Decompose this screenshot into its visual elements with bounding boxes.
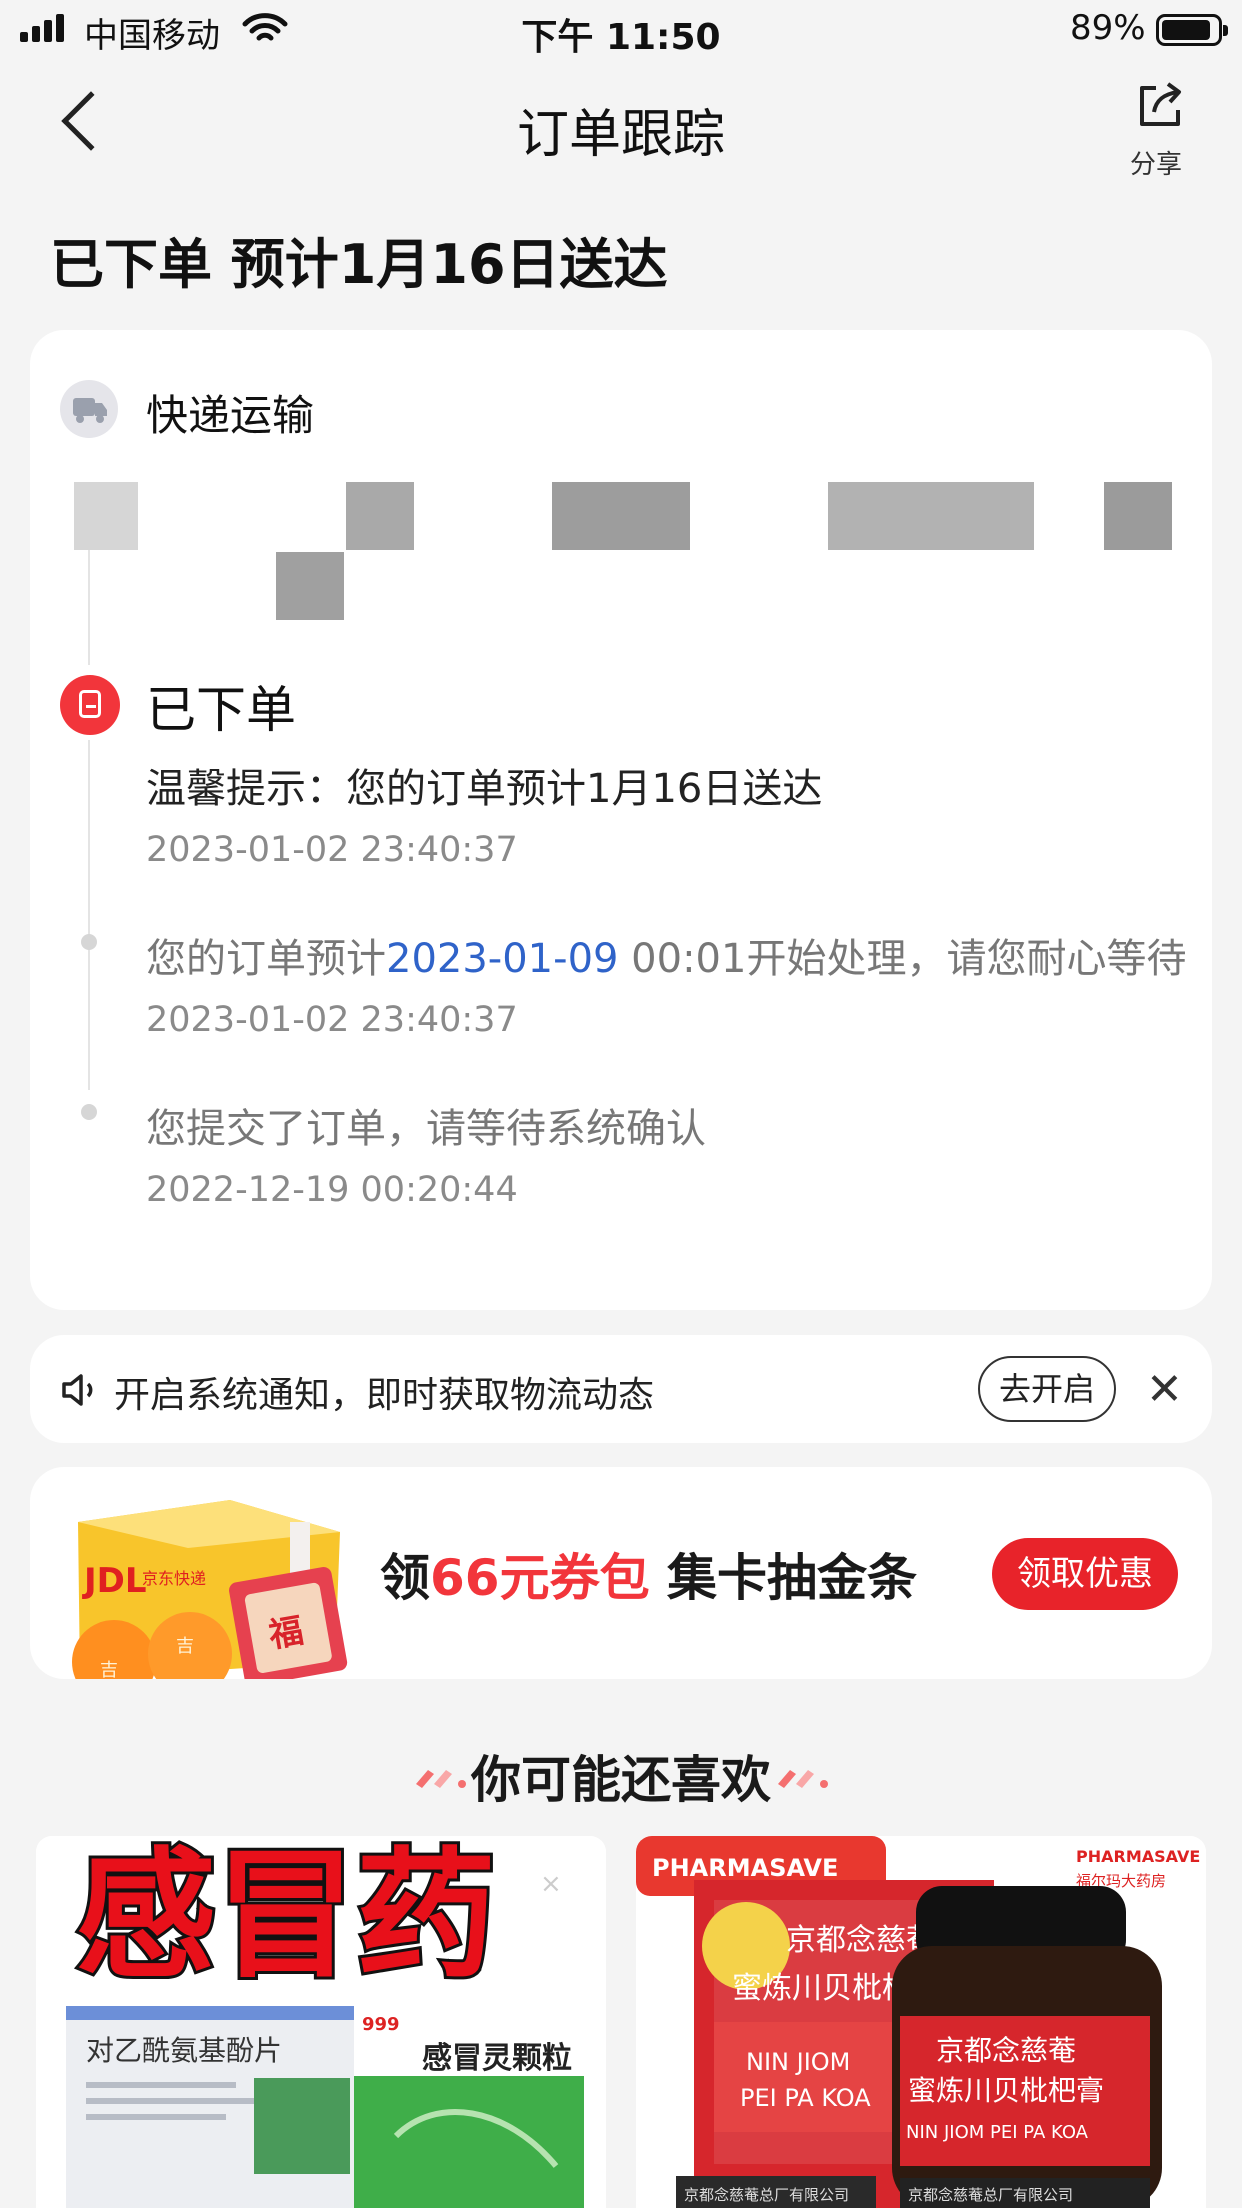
order-status-icon	[60, 675, 120, 735]
redacted-block	[552, 482, 690, 550]
product-box-en: NIN JIOM	[746, 2048, 850, 2076]
event-time: 2023-01-02 23:40:37	[146, 830, 518, 870]
status-title: 已下单	[146, 681, 296, 739]
product-image: PHARMASAVE PHARMASAVE 福尔玛大药房 京都念慈菴 蜜炼川贝枇…	[636, 1836, 1206, 2208]
enable-notification-button[interactable]: 去开启	[978, 1356, 1116, 1422]
speaker-icon	[62, 1374, 93, 1406]
bottle-maker: 京都念慈菴总厂有限公司	[908, 2186, 1073, 2204]
battery-icon	[1156, 14, 1228, 46]
timeline-line	[88, 740, 90, 1090]
jdl-logo-subtext: 京东快递	[142, 1569, 206, 1588]
redacted-block	[1104, 482, 1172, 550]
product-box-label: 对乙酰氨基酚片	[86, 2034, 282, 2067]
claim-offer-button[interactable]: 领取优惠	[992, 1538, 1178, 1610]
promo-gift-image: JDL 京东快递 吉 吉 福	[72, 1500, 348, 1679]
timeline-line	[88, 550, 90, 665]
order-headline: 已下单 预计1月16日送达	[50, 233, 668, 296]
product-headline: 感冒药	[76, 1836, 496, 1998]
product-box-label: 感冒灵颗粒	[422, 2041, 572, 2076]
page-title: 订单跟踪	[516, 105, 725, 165]
promo-suffix: 集卡抽金条	[649, 1549, 918, 1607]
status-time: 下午 11:50	[521, 17, 721, 58]
notification-text: 开启系统通知，即时获取物流动态	[114, 1375, 655, 1416]
pharmacy-badge: PHARMASAVE	[652, 1854, 838, 1882]
truck-icon	[60, 380, 118, 438]
orange-char: 吉	[176, 1636, 194, 1657]
redacted-block	[828, 482, 1034, 550]
close-icon[interactable]: ✕	[1146, 1360, 1183, 1420]
bottle-en: NIN JIOM PEI PA KOA	[906, 2122, 1089, 2143]
redacted-block	[346, 482, 414, 550]
timeline-dot	[81, 934, 97, 950]
product-maker: 京都念慈菴总厂有限公司	[684, 2186, 849, 2204]
decoration-right-icon	[778, 1770, 828, 1788]
product-card-loquat-syrup[interactable]: PHARMASAVE PHARMASAVE 福尔玛大药房 京都念慈菴 蜜炼川贝枇…	[636, 1836, 1206, 2208]
share-label[interactable]: 分享	[1130, 144, 1182, 181]
transport-section-title: 快递运输	[146, 391, 315, 440]
redacted-block	[276, 552, 344, 620]
svg-text:×: ×	[540, 1869, 562, 1899]
timeline-dot	[81, 1104, 97, 1120]
pharmacy-logo: PHARMASAVE	[1076, 1847, 1200, 1866]
event-text: 您提交了订单，请等待系统确认	[146, 1106, 706, 1152]
promo-prefix: 领	[380, 1549, 430, 1607]
promo-highlight: 66元券包	[430, 1549, 650, 1607]
tracking-card	[30, 330, 1212, 1310]
event-text: 您的订单预计2023-01-09 00:01开始处理，请您耐心等待	[146, 926, 1186, 984]
event-time: 2023-01-02 23:40:37	[146, 1000, 518, 1040]
product-card-cold-medicine[interactable]: 感冒药 × 对乙酰氨基酚片 999 感冒灵颗粒	[36, 1836, 606, 2208]
event-date-link[interactable]: 2023-01-09	[386, 936, 618, 982]
product-brand: 999	[362, 2014, 400, 2035]
jdl-logo-text: JDL	[82, 1561, 147, 1601]
product-image: 感冒药 × 对乙酰氨基酚片 999 感冒灵颗粒	[36, 1836, 606, 2208]
event-text-prefix: 您的订单预计	[146, 936, 386, 982]
battery-percent: 89%	[1070, 8, 1146, 48]
event-text: 温馨提示：您的订单预计1月16日送达	[146, 766, 823, 812]
fu-card-char: 福	[265, 1611, 306, 1656]
promo-text: 领66元券包 集卡抽金条	[380, 1538, 917, 1610]
recommend-title: 你可能还喜欢	[471, 1751, 771, 1809]
event-time: 2022-12-19 00:20:44	[146, 1170, 518, 1210]
share-icon[interactable]	[1134, 80, 1186, 132]
product-box-en: PEI PA KOA	[740, 2084, 871, 2112]
orange-char: 吉	[100, 1660, 118, 1679]
bottle-title: 京都念慈菴	[936, 2034, 1076, 2067]
bottle-title: 蜜炼川贝枇杷膏	[908, 2074, 1104, 2107]
redacted-block	[74, 482, 138, 550]
event-text-suffix: 00:01开始处理，请您耐心等待	[618, 936, 1187, 982]
